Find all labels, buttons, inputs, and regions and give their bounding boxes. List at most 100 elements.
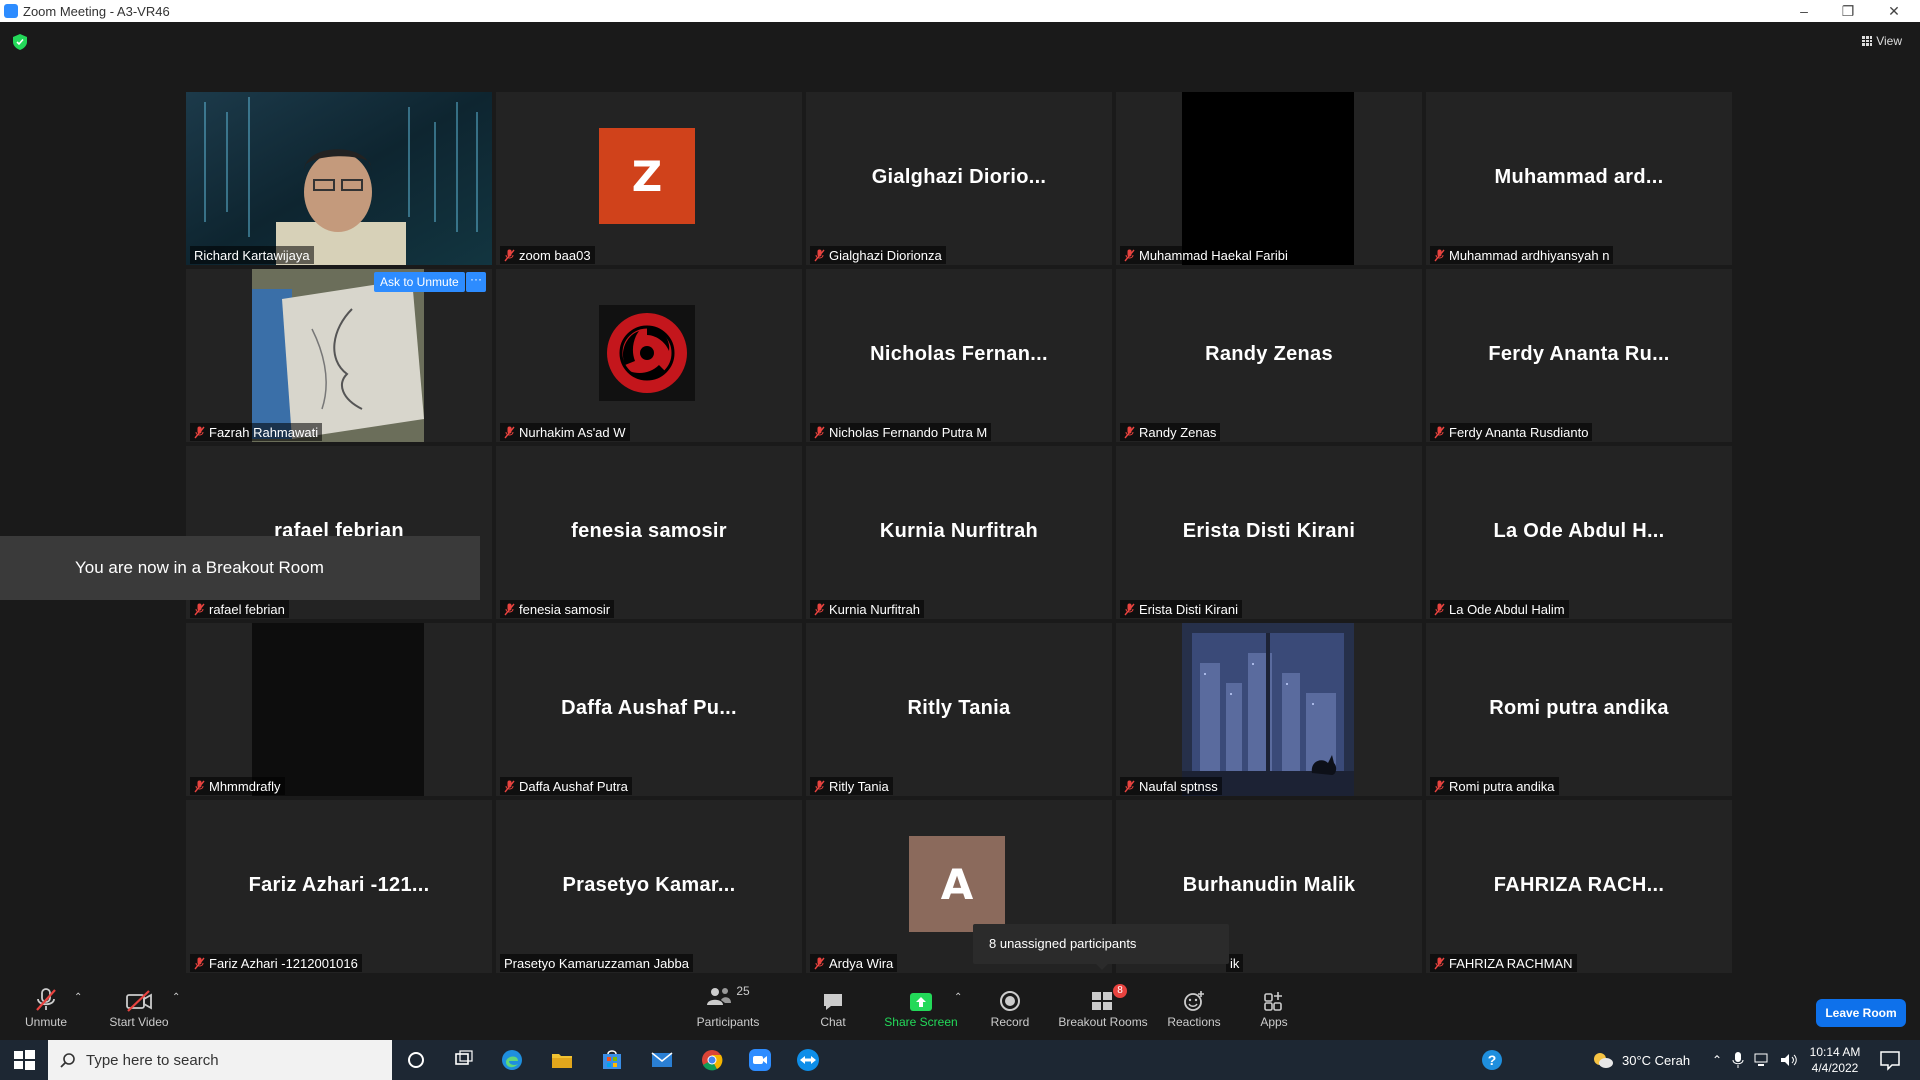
- participant-tile[interactable]: Z zoom baa03: [496, 92, 802, 265]
- taskbar-search-box[interactable]: Type here to search: [48, 1040, 392, 1080]
- participant-display-name: Erista Disti Kirani: [1182, 520, 1356, 542]
- reactions-button[interactable]: Reactions: [1166, 980, 1222, 1040]
- participant-display-name: Kurnia Nurfitrah: [879, 520, 1039, 542]
- muted-mic-icon: [194, 426, 205, 439]
- taskbar-clock[interactable]: 10:14 AM 4/4/2022: [1802, 1044, 1868, 1076]
- unmute-button[interactable]: Unmute: [22, 980, 70, 1040]
- breakout-rooms-button[interactable]: 8 Breakout Rooms: [1058, 980, 1148, 1040]
- participant-name-label: rafael febrian: [190, 600, 289, 618]
- participant-name-label: Fazrah Rahmawati: [190, 423, 323, 441]
- participant-tile[interactable]: Daffa Aushaf Pu... Daffa Aushaf Putra: [496, 623, 802, 796]
- participant-name-label: Mhmmdrafly: [190, 777, 285, 795]
- close-button[interactable]: ✕: [1874, 1, 1914, 21]
- participant-tile[interactable]: Fazrah Rahmawati: [186, 269, 492, 442]
- start-video-button[interactable]: Start Video: [106, 980, 172, 1040]
- cortana-icon[interactable]: [404, 1048, 428, 1072]
- muted-mic-icon: [814, 957, 825, 970]
- windows-start-icon[interactable]: [12, 1048, 36, 1072]
- participant-tile[interactable]: Muhammad Haekal Faribi: [1116, 92, 1422, 265]
- chat-label: Chat: [820, 1015, 846, 1029]
- record-button[interactable]: Record: [986, 980, 1034, 1040]
- participants-count: 25: [736, 984, 750, 998]
- muted-mic-icon: [1434, 603, 1445, 616]
- share-options-chevron-icon[interactable]: ⌃: [954, 992, 962, 1003]
- more-options-button[interactable]: ···: [466, 272, 486, 292]
- breakout-badge: 8: [1113, 984, 1127, 998]
- participant-tile[interactable]: Muhammad ard... Muhammad ardhiyansyah n: [1426, 92, 1732, 265]
- participant-tile[interactable]: Ferdy Ananta Ru... Ferdy Ananta Rusdiant…: [1426, 269, 1732, 442]
- weather-widget[interactable]: 30°C Cerah: [1592, 1040, 1690, 1080]
- apps-button[interactable]: Apps: [1254, 980, 1294, 1040]
- muted-mic-icon: [504, 780, 515, 793]
- muted-mic-icon: [504, 603, 515, 616]
- breakout-rooms-icon: [1092, 992, 1112, 1010]
- microphone-icon[interactable]: [1732, 1052, 1744, 1068]
- participant-tile[interactable]: Erista Disti Kirani Erista Disti Kirani: [1116, 446, 1422, 619]
- participant-tile[interactable]: Randy Zenas Randy Zenas: [1116, 269, 1422, 442]
- muted-mic-icon: [1124, 249, 1135, 262]
- video-options-chevron-icon[interactable]: ⌃: [172, 992, 180, 1003]
- muted-mic-icon: [1434, 249, 1445, 262]
- task-view-icon[interactable]: [452, 1048, 476, 1072]
- muted-mic-icon: [1124, 603, 1135, 616]
- reactions-icon: [1184, 991, 1204, 1011]
- participant-tile[interactable]: Nicholas Fernan... Nicholas Fernando Put…: [806, 269, 1112, 442]
- security-shield-icon[interactable]: [13, 34, 27, 50]
- participant-display-name: fenesia samosir: [571, 520, 727, 542]
- participant-tile[interactable]: FAHRIZA RACH... FAHRIZA RACHMAN: [1426, 800, 1732, 973]
- participant-tile[interactable]: Mhmmdrafly: [186, 623, 492, 796]
- clock-date: 4/4/2022: [1811, 1061, 1859, 1075]
- audio-options-chevron-icon[interactable]: ⌃: [74, 992, 82, 1003]
- chrome-icon[interactable]: [700, 1048, 724, 1072]
- muted-mic-icon: [504, 426, 515, 439]
- chat-button[interactable]: Chat: [808, 980, 858, 1040]
- leave-room-button[interactable]: Leave Room: [1816, 999, 1906, 1027]
- participant-tile[interactable]: Naufal sptnss: [1116, 623, 1422, 796]
- participant-display-name: Nicholas Fernan...: [870, 343, 1048, 365]
- participant-tile[interactable]: Fariz Azhari -121... Fariz Azhari -12120…: [186, 800, 492, 973]
- participant-name-label: Ritly Tania: [810, 777, 893, 795]
- help-icon[interactable]: ?: [1480, 1048, 1504, 1072]
- participant-tile[interactable]: Ritly Tania Ritly Tania: [806, 623, 1112, 796]
- notification-center-icon[interactable]: [1878, 1048, 1902, 1072]
- participant-name-label: Prasetyo Kamaruzzaman Jabba: [500, 954, 693, 972]
- participant-video-cityscape: [1182, 623, 1354, 796]
- participant-tile[interactable]: Romi putra andika Romi putra andika: [1426, 623, 1732, 796]
- muted-mic-icon: [504, 249, 515, 262]
- participant-name-label: Daffa Aushaf Putra: [500, 777, 632, 795]
- muted-mic-icon: [814, 780, 825, 793]
- network-icon[interactable]: [1754, 1053, 1770, 1067]
- participant-display-name: Prasetyo Kamar...: [562, 874, 736, 896]
- start-video-label: Start Video: [109, 1015, 169, 1029]
- record-icon: [1000, 991, 1020, 1011]
- ask-to-unmute-button[interactable]: Ask to Unmute: [374, 272, 465, 292]
- participants-button[interactable]: 25 Participants: [692, 980, 764, 1040]
- participant-tile[interactable]: Prasetyo Kamar... Prasetyo Kamaruzzaman …: [496, 800, 802, 973]
- edge-browser-icon[interactable]: [500, 1048, 524, 1072]
- chevron-up-icon[interactable]: ⌃: [1712, 1053, 1722, 1067]
- microsoft-store-icon[interactable]: [600, 1048, 624, 1072]
- share-screen-button[interactable]: Share Screen: [884, 980, 958, 1040]
- participant-display-name: Daffa Aushaf Pu...: [561, 697, 737, 719]
- volume-icon[interactable]: [1780, 1053, 1798, 1067]
- clock-time: 10:14 AM: [1809, 1045, 1861, 1059]
- zoom-taskbar-icon[interactable]: [748, 1048, 772, 1072]
- participant-name-label: Kurnia Nurfitrah: [810, 600, 925, 618]
- muted-microphone-icon: [36, 988, 56, 1011]
- windows-taskbar: Type here to search ? 30°C Cerah ⌃ 10:14…: [0, 1040, 1920, 1080]
- participant-tile[interactable]: fenesia samosir fenesia samosir: [496, 446, 802, 619]
- participant-tile[interactable]: Richard Kartawijaya: [186, 92, 492, 265]
- restore-button[interactable]: ❐: [1828, 1, 1868, 21]
- teamviewer-icon[interactable]: [796, 1048, 820, 1072]
- view-button[interactable]: View: [1862, 34, 1902, 48]
- participant-tile[interactable]: La Ode Abdul H... La Ode Abdul Halim: [1426, 446, 1732, 619]
- mail-icon[interactable]: [650, 1048, 674, 1072]
- muted-mic-icon: [1124, 780, 1135, 793]
- muted-mic-icon: [1434, 957, 1445, 970]
- file-explorer-icon[interactable]: [550, 1048, 574, 1072]
- participant-tile[interactable]: Gialghazi Diorio... Gialghazi Diorionza: [806, 92, 1112, 265]
- participant-tile[interactable]: Nurhakim As'ad W: [496, 269, 802, 442]
- participant-tile[interactable]: Kurnia Nurfitrah Kurnia Nurfitrah: [806, 446, 1112, 619]
- breakout-room-notification: You are now in a Breakout Room: [0, 536, 480, 600]
- minimize-button[interactable]: –: [1784, 1, 1824, 21]
